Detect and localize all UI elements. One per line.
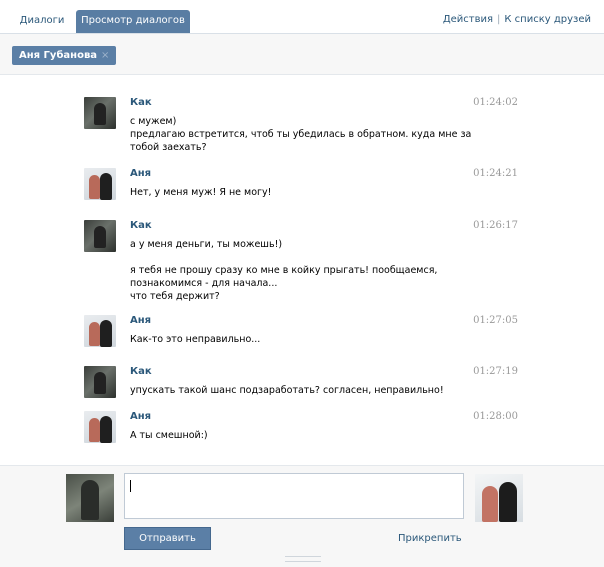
avatar[interactable]: [84, 97, 116, 129]
message-item: Аня 01:28:00 А ты смешной:): [84, 411, 524, 451]
message-text: Как-то это неправильно...: [130, 334, 261, 345]
avatar[interactable]: [84, 411, 116, 443]
message-item: Аня 01:27:05 Как-то это неправильно...: [84, 315, 524, 355]
message-author[interactable]: Как: [130, 366, 152, 377]
actions-link[interactable]: Действия: [443, 14, 493, 25]
message-time: 01:24:02: [473, 97, 518, 108]
message-text: А ты смешной:): [130, 430, 208, 441]
message-item: Как 01:27:19 упускать такой шанс подзара…: [84, 366, 524, 406]
message-text: а у меня деньги, ты можешь!) я тебя не п…: [130, 239, 438, 302]
filter-bar: Аня Губанова ×: [0, 34, 604, 75]
message-item: Как 01:24:02 с мужем) предлагаю встретит…: [84, 97, 524, 157]
message-time: 01:28:00: [473, 411, 518, 422]
avatar[interactable]: [84, 366, 116, 398]
my-avatar[interactable]: [66, 474, 114, 522]
message-author[interactable]: Как: [130, 97, 152, 108]
close-icon[interactable]: ×: [101, 50, 109, 61]
message-text: упускать такой шанс подзаработать? согла…: [130, 385, 444, 396]
message-time: 01:24:21: [473, 168, 518, 179]
resize-grip[interactable]: [285, 556, 321, 562]
message-text: Нет, у меня муж! Я не могу!: [130, 187, 272, 198]
tab-view-dialogs[interactable]: Просмотр диалогов: [76, 10, 190, 33]
link-separator: |: [497, 14, 501, 25]
message-input[interactable]: [124, 473, 464, 519]
message-text: с мужем) предлагаю встретится, чтоб ты у…: [130, 116, 472, 153]
message-author[interactable]: Как: [130, 220, 152, 231]
message-author[interactable]: Аня: [130, 168, 151, 179]
message-time: 01:26:17: [473, 220, 518, 231]
attach-link[interactable]: Прикрепить: [398, 533, 462, 544]
contact-filter-chip[interactable]: Аня Губанова ×: [12, 46, 117, 65]
message-item: Аня 01:24:21 Нет, у меня муж! Я не могу!: [84, 168, 524, 208]
message-author[interactable]: Аня: [130, 411, 151, 422]
chip-label: Аня Губанова: [19, 50, 98, 61]
message-history: Как 01:24:02 с мужем) предлагаю встретит…: [0, 75, 604, 465]
header-links: Действия | К списку друзей: [443, 14, 591, 25]
text-caret: [130, 480, 131, 492]
avatar[interactable]: [84, 168, 116, 200]
top-nav: Диалоги Просмотр диалогов Действия | К спи…: [0, 0, 604, 34]
message-time: 01:27:05: [473, 315, 518, 326]
message-composer: Отправить Прикрепить: [0, 465, 604, 567]
send-button[interactable]: Отправить: [124, 527, 211, 550]
avatar[interactable]: [84, 315, 116, 347]
peer-avatar[interactable]: [475, 474, 523, 522]
message-author[interactable]: Аня: [130, 315, 151, 326]
avatar[interactable]: [84, 220, 116, 252]
tab-dialogs[interactable]: Диалоги: [13, 10, 71, 33]
friends-list-link[interactable]: К списку друзей: [504, 14, 591, 25]
message-item: Как 01:26:17 а у меня деньги, ты можешь!…: [84, 220, 524, 310]
message-time: 01:27:19: [473, 366, 518, 377]
